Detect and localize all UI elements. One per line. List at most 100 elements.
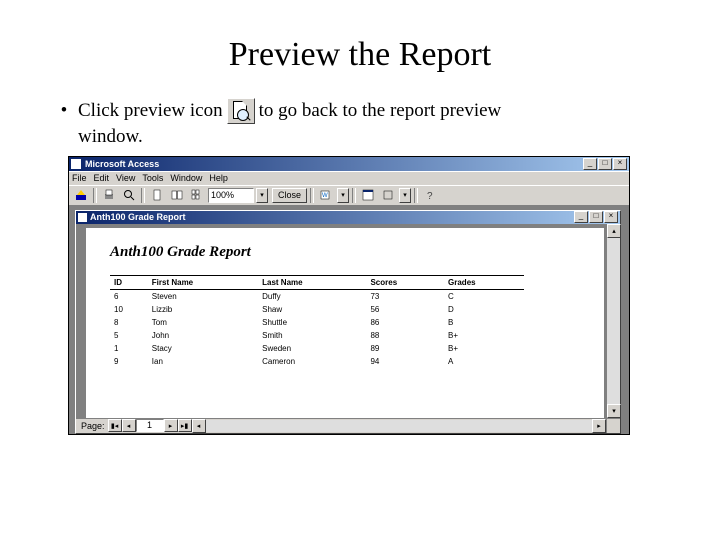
- first-page-button[interactable]: ▮◂: [108, 419, 122, 432]
- report-icon: [78, 213, 87, 222]
- vertical-scrollbar[interactable]: ▴ ▾: [606, 224, 620, 418]
- print-button[interactable]: [100, 187, 118, 204]
- print-preview-icon: [227, 98, 255, 124]
- cell-last: Smith: [258, 329, 366, 342]
- report-heading: Anth100 Grade Report: [110, 244, 580, 261]
- app-title: Microsoft Access: [85, 159, 583, 169]
- maximize-button[interactable]: □: [598, 158, 612, 170]
- report-page-area[interactable]: Anth100 Grade Report ID First Name Last …: [76, 224, 606, 418]
- menu-tools[interactable]: Tools: [142, 173, 163, 183]
- table-row: 10LizzibShaw56D: [110, 303, 524, 316]
- cell-score: 73: [366, 289, 444, 303]
- table-row: 9IanCameron94A: [110, 355, 524, 368]
- table-row: 8TomShuttle86B: [110, 316, 524, 329]
- cell-grade: B+: [444, 342, 524, 355]
- col-first: First Name: [148, 275, 258, 289]
- cell-id: 8: [110, 316, 148, 329]
- cell-first: Steven: [148, 289, 258, 303]
- cell-grade: A: [444, 355, 524, 368]
- table-header-row: ID First Name Last Name Scores Grades: [110, 275, 524, 289]
- cell-first: John: [148, 329, 258, 342]
- cell-last: Duffy: [258, 289, 366, 303]
- slide-title: Preview the Report: [60, 36, 660, 74]
- cell-score: 56: [366, 303, 444, 316]
- cell-id: 9: [110, 355, 148, 368]
- officelinks-button[interactable]: W: [317, 187, 335, 204]
- cell-first: Tom: [148, 316, 258, 329]
- menubar: File Edit View Tools Window Help: [69, 171, 629, 185]
- cell-id: 10: [110, 303, 148, 316]
- table-row: 6StevenDuffy73C: [110, 289, 524, 303]
- prev-page-button[interactable]: ◂: [122, 419, 136, 432]
- doc-close-button[interactable]: ×: [604, 211, 618, 223]
- bullet-text-1: Click preview icon: [78, 98, 223, 124]
- document-title: Anth100 Grade Report: [90, 212, 574, 222]
- new-object-button[interactable]: [379, 187, 397, 204]
- cell-first: Stacy: [148, 342, 258, 355]
- cell-score: 86: [366, 316, 444, 329]
- cell-first: Lizzib: [148, 303, 258, 316]
- cell-grade: B+: [444, 329, 524, 342]
- cell-id: 6: [110, 289, 148, 303]
- zoom-button[interactable]: [120, 187, 138, 204]
- new-object-dropdown-icon[interactable]: ▾: [399, 188, 411, 203]
- page-number-field[interactable]: 1: [136, 419, 164, 432]
- bullet-dot: •: [60, 98, 68, 124]
- menu-help[interactable]: Help: [209, 173, 228, 183]
- cell-id: 5: [110, 329, 148, 342]
- cell-first: Ian: [148, 355, 258, 368]
- table-row: 5JohnSmith88B+: [110, 329, 524, 342]
- mdi-client-area: Anth100 Grade Report _ □ × Anth100 Grade…: [69, 206, 629, 434]
- page-label: Page:: [78, 421, 108, 431]
- design-view-button[interactable]: [72, 187, 90, 204]
- access-key-icon: [71, 159, 81, 169]
- menu-edit[interactable]: Edit: [94, 173, 110, 183]
- col-id: ID: [110, 275, 148, 289]
- scroll-right-icon[interactable]: ▸: [592, 419, 606, 433]
- last-page-button[interactable]: ▸▮: [178, 419, 192, 432]
- col-last: Last Name: [258, 275, 366, 289]
- cell-score: 88: [366, 329, 444, 342]
- access-window: Microsoft Access _ □ × File Edit View To…: [68, 156, 630, 435]
- report-preview-window: Anth100 Grade Report _ □ × Anth100 Grade…: [75, 210, 621, 434]
- scroll-down-icon[interactable]: ▾: [607, 404, 621, 418]
- cell-grade: B: [444, 316, 524, 329]
- page-navigator: Page: ▮◂ ◂ 1 ▸ ▸▮: [76, 419, 192, 433]
- help-button[interactable]: ?: [421, 187, 439, 204]
- one-page-button[interactable]: [148, 187, 166, 204]
- cell-score: 89: [366, 342, 444, 355]
- database-window-button[interactable]: [359, 187, 377, 204]
- app-titlebar: Microsoft Access _ □ ×: [69, 157, 629, 171]
- next-page-button[interactable]: ▸: [164, 419, 178, 432]
- close-app-button[interactable]: ×: [613, 158, 627, 170]
- menu-window[interactable]: Window: [170, 173, 202, 183]
- bullet-text-3: window.: [78, 124, 660, 150]
- doc-minimize-button[interactable]: _: [574, 211, 588, 223]
- menu-file[interactable]: File: [72, 173, 87, 183]
- doc-maximize-button[interactable]: □: [589, 211, 603, 223]
- cell-last: Shaw: [258, 303, 366, 316]
- cell-last: Cameron: [258, 355, 366, 368]
- report-table: ID First Name Last Name Scores Grades 6S…: [110, 275, 524, 368]
- col-scores: Scores: [366, 275, 444, 289]
- zoom-dropdown-icon[interactable]: ▾: [256, 188, 268, 203]
- horizontal-scrollbar[interactable]: ◂ ▸: [192, 419, 606, 433]
- menu-view[interactable]: View: [116, 173, 135, 183]
- svg-text:?: ?: [427, 191, 433, 201]
- report-page: Anth100 Grade Report ID First Name Last …: [86, 228, 604, 418]
- bullet-item: • Click preview icon to go back to the r…: [60, 98, 660, 150]
- cell-last: Sweden: [258, 342, 366, 355]
- zoom-combo[interactable]: 100%: [208, 188, 254, 203]
- minimize-button[interactable]: _: [583, 158, 597, 170]
- officelinks-dropdown-icon[interactable]: ▾: [337, 188, 349, 203]
- cell-grade: D: [444, 303, 524, 316]
- two-page-button[interactable]: [168, 187, 186, 204]
- scroll-up-icon[interactable]: ▴: [607, 224, 621, 238]
- cell-score: 94: [366, 355, 444, 368]
- multi-page-button[interactable]: [188, 187, 206, 204]
- toolbar: 100% ▾ Close W ▾ ▾ ?: [69, 185, 629, 206]
- close-preview-button[interactable]: Close: [272, 188, 307, 203]
- col-grades: Grades: [444, 275, 524, 289]
- scroll-left-icon[interactable]: ◂: [192, 419, 206, 433]
- svg-text:W: W: [322, 193, 328, 199]
